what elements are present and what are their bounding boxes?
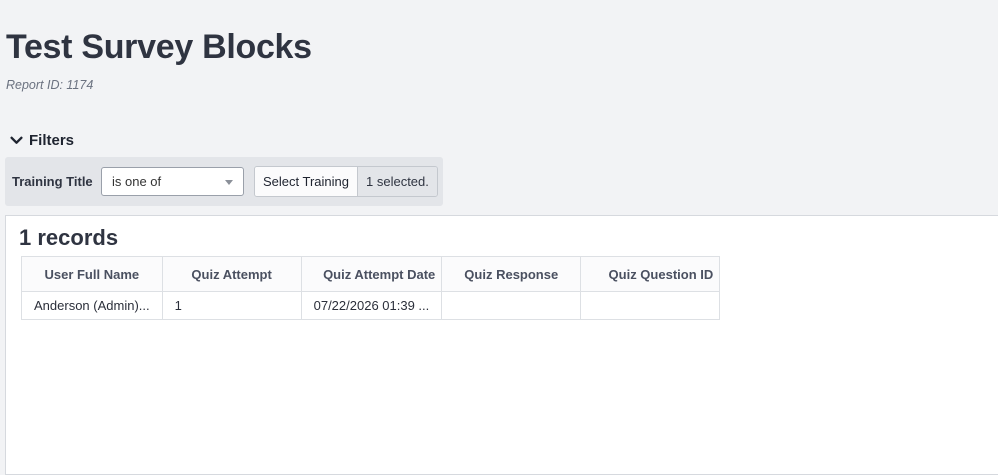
chevron-down-icon	[10, 136, 23, 144]
column-header-user-full-name[interactable]: User Full Name	[21, 256, 163, 292]
training-picker: Select Training 1 selected.	[254, 166, 438, 197]
cell-user-full-name: Anderson (Admin)...	[21, 291, 163, 320]
cell-quiz-attempt-date: 07/22/2026 01:39 ...	[300, 291, 443, 320]
selected-count-badge: 1 selected.	[358, 167, 437, 196]
filters-toggle[interactable]: Filters	[10, 132, 74, 149]
cell-quiz-attempt: 1	[161, 291, 302, 320]
operator-select[interactable]: is one of	[101, 167, 244, 196]
results-table: User Full Name Quiz Attempt Quiz Attempt…	[21, 256, 721, 320]
training-title-label: Training Title	[12, 174, 93, 189]
table-header-row: User Full Name Quiz Attempt Quiz Attempt…	[21, 256, 721, 292]
column-header-quiz-attempt[interactable]: Quiz Attempt	[161, 256, 302, 292]
select-training-button[interactable]: Select Training	[255, 167, 358, 196]
filter-panel: Training Title is one of Select Training…	[5, 157, 443, 206]
cell-quiz-response	[441, 291, 582, 320]
table-row[interactable]: Anderson (Admin)... 1 07/22/2026 01:39 .…	[21, 291, 721, 320]
column-header-quiz-attempt-date[interactable]: Quiz Attempt Date	[300, 256, 443, 292]
column-header-quiz-question-id[interactable]: Quiz Question ID	[580, 256, 721, 292]
records-count: 1 records	[19, 225, 119, 250]
report-id: Report ID: 1174	[6, 78, 94, 92]
operator-select-value: is one of	[112, 174, 162, 189]
column-header-quiz-response[interactable]: Quiz Response	[441, 256, 582, 292]
caret-down-icon	[225, 180, 233, 185]
filters-toggle-label: Filters	[29, 132, 75, 149]
results-panel: 1 records User Full Name Quiz Attempt Qu…	[5, 215, 998, 475]
cell-quiz-question-id	[580, 291, 721, 320]
page-title: Test Survey Blocks	[6, 28, 312, 66]
